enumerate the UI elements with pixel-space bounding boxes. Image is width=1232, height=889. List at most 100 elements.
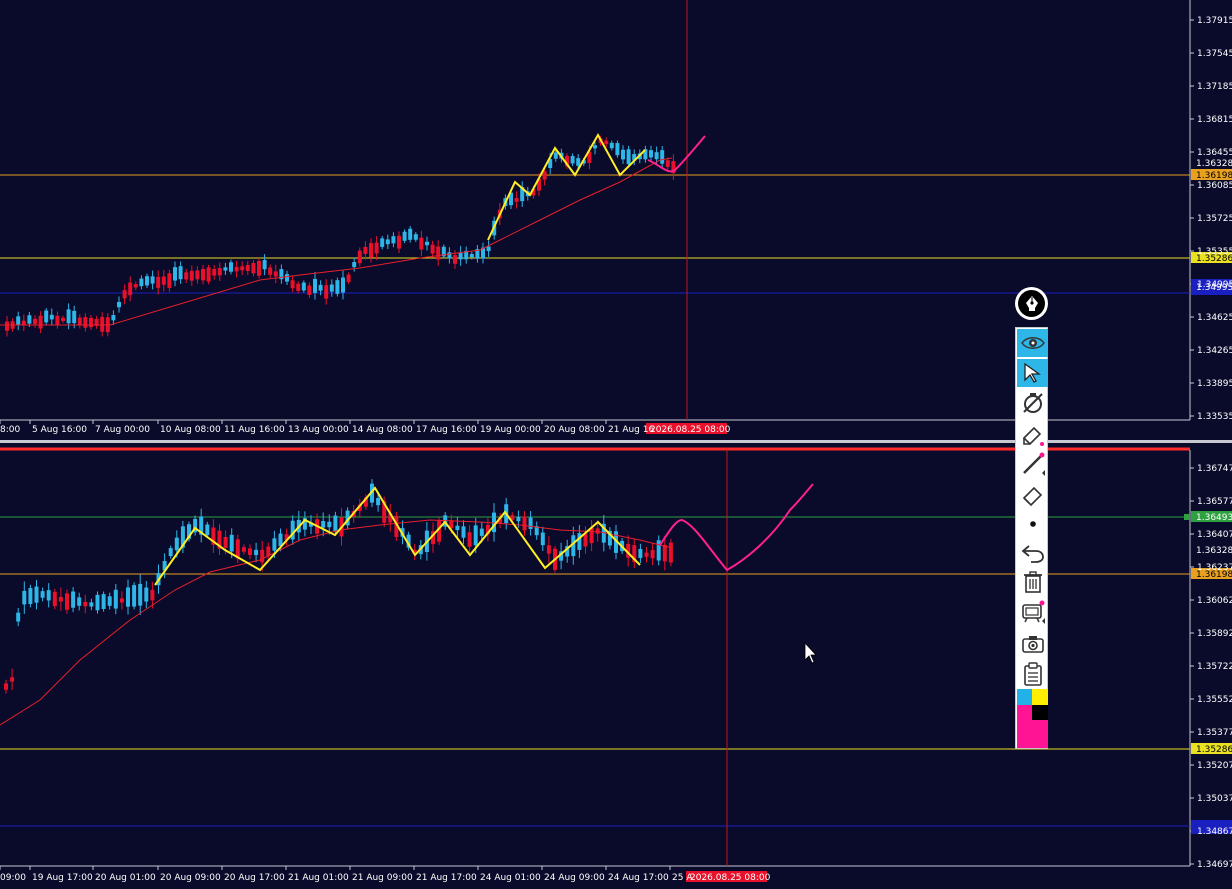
candle-body (229, 262, 233, 272)
price-axis-label: 1.37545 (1197, 49, 1232, 59)
candle-body (385, 239, 390, 245)
yellow-level-marker: 1.35286 (1196, 254, 1232, 264)
candle-body (402, 231, 407, 241)
candle-body (341, 277, 345, 293)
price-axis-label: 1.35722 (1197, 662, 1232, 672)
line-tool-tool-button[interactable] (1017, 450, 1048, 478)
drawing-panel-badge[interactable] (1015, 287, 1048, 320)
price-axis-label: 1.34867 (1197, 827, 1232, 837)
candle-body (21, 320, 26, 325)
candle-body (205, 524, 210, 536)
price-axis-label: 1.36455 (1197, 148, 1232, 158)
time-axis-label: 19 Aug 17:00 (32, 873, 93, 883)
candle-body (77, 317, 82, 326)
time-axis-label: 19 Aug 00:00 (480, 425, 541, 435)
price-axis-label: 1.36085 (1197, 181, 1232, 191)
candle-body (28, 588, 33, 605)
mouse-pointer-icon (804, 641, 817, 664)
candle-body (333, 515, 338, 532)
candle-body (217, 268, 222, 276)
candle-body (595, 528, 600, 534)
trash-tool-button[interactable] (1017, 568, 1048, 596)
candle-body (461, 526, 466, 538)
price-axis-label: 1.33535 (1197, 412, 1232, 422)
eye-tool-button[interactable] (1017, 329, 1048, 357)
candle-body (55, 315, 60, 325)
candle-body (644, 552, 649, 557)
candle-body (473, 525, 478, 546)
blue-level-marker: 1.34995 (1196, 283, 1232, 293)
dot-size-icon (1028, 519, 1038, 529)
candle-body (522, 516, 527, 531)
marker-tool-icon (1021, 423, 1045, 447)
price-axis-label: 1.35207 (1197, 761, 1232, 771)
candle-body (173, 267, 177, 281)
candle-body (119, 598, 124, 603)
candle-body (66, 309, 71, 324)
candle-body (329, 284, 334, 292)
candle-body (44, 310, 49, 323)
color-swatch-black[interactable] (1032, 705, 1048, 720)
candle-body (363, 246, 368, 254)
candle-body (626, 149, 631, 165)
price-axis-label: 1.35037 (1197, 794, 1232, 804)
candle-body (133, 284, 138, 288)
price-axis-label: 1.36407 (1197, 530, 1232, 540)
candle-body (16, 316, 21, 326)
candle-body (615, 143, 620, 156)
color-swatch-magenta[interactable] (1017, 705, 1032, 720)
cursor-arrow-tool-button[interactable] (1017, 359, 1048, 387)
line-tool-icon (1021, 452, 1045, 476)
candle-body (139, 278, 144, 287)
candle-body (589, 527, 594, 544)
price-axis-label: 1.34265 (1197, 346, 1232, 356)
price-axis-label: 1.36577 (1197, 497, 1232, 507)
candle-body (467, 532, 472, 547)
hide-drawings-icon (1021, 391, 1045, 415)
candle-body (593, 145, 597, 149)
candle-body (65, 593, 69, 610)
candle-body (223, 267, 228, 271)
candle-body (318, 284, 323, 291)
candle-body (16, 612, 21, 622)
candle-body (22, 590, 27, 605)
time-axis-label: 20 Aug 08:00 (544, 425, 605, 435)
eraser-icon (1021, 482, 1045, 506)
price-axis-label: 1.36062 (1197, 596, 1232, 606)
candle-body (576, 158, 581, 166)
candle-body (46, 590, 51, 601)
candle-body (100, 316, 105, 332)
candle-body (178, 266, 183, 280)
presets-tool-button[interactable] (1017, 598, 1048, 626)
marker-tool-tool-button[interactable] (1017, 421, 1048, 449)
candle-body (77, 597, 82, 606)
candle-body (223, 536, 228, 548)
candle-body (89, 317, 93, 328)
dot-size-tool-button[interactable] (1017, 510, 1048, 538)
eraser-tool-button[interactable] (1017, 480, 1048, 508)
candle-body (455, 525, 460, 531)
candle-body (528, 517, 533, 529)
current-color-swatch[interactable] (1017, 720, 1048, 748)
moving-average-line (0, 157, 673, 326)
hide-drawings-tool-button[interactable] (1017, 389, 1048, 417)
time-axis-label: 21 Aug 01:00 (288, 873, 349, 883)
candle-body (268, 267, 273, 275)
candle-body (313, 278, 317, 293)
clipboard-tool-button[interactable] (1017, 660, 1048, 688)
candle-body (40, 591, 45, 598)
undo-tool-button[interactable] (1017, 539, 1048, 567)
candle-body (335, 280, 340, 294)
candle-body (184, 272, 189, 280)
color-swatch-yellow[interactable] (1032, 689, 1048, 705)
time-axis-label: 13 Aug 00:00 (288, 425, 349, 435)
candle-body (95, 594, 100, 611)
crosshair-time-marker: 2026.08.25 08:00 (690, 873, 771, 883)
price-axis-label: 1.37185 (1197, 82, 1232, 92)
candle-body (266, 546, 271, 556)
camera-tool-button[interactable] (1017, 630, 1048, 658)
candle-body (126, 587, 130, 607)
candle-body (61, 317, 65, 321)
candle-body (128, 282, 133, 296)
color-swatch-cyan[interactable] (1017, 689, 1032, 705)
